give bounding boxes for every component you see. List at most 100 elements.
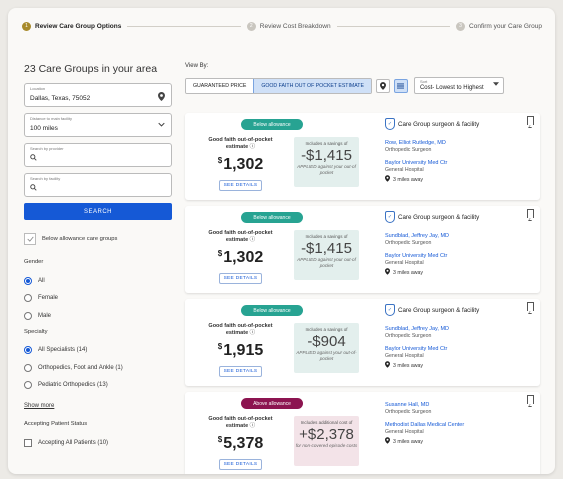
- chevron-down-icon: [158, 122, 165, 129]
- step-divider: [127, 25, 241, 27]
- sort-select[interactable]: Sort Cost- Lowest to Highest: [413, 77, 504, 94]
- gender-option-male[interactable]: Male: [24, 307, 172, 325]
- care-group-card[interactable]: Above allowance Good faith out-of-pocket…: [185, 392, 540, 474]
- doctor-link[interactable]: Row, Elliot Rutledge, MD: [385, 140, 535, 146]
- doctor-specialty: Orthopedic Surgeon: [385, 333, 432, 339]
- show-more-link[interactable]: Show more: [24, 403, 54, 409]
- dollar-sign: $: [217, 435, 223, 444]
- location-pin-icon[interactable]: [158, 92, 165, 103]
- bookmark-icon[interactable]: [527, 395, 534, 407]
- shield-icon: ✓: [385, 211, 395, 223]
- cost-note: for non-covered episode costs: [295, 443, 358, 448]
- sort-value: Cost- Lowest to Highest: [419, 85, 484, 91]
- step-review-options[interactable]: 1 Review Care Group Options: [22, 21, 121, 31]
- allowance-badge: Below allowance: [241, 212, 303, 223]
- accepting-all-option[interactable]: Accepting All Patients (10): [24, 434, 172, 452]
- estimate-label: Good faith out-of-pocket estimate ⓘ: [203, 323, 278, 337]
- info-icon[interactable]: ⓘ: [250, 330, 256, 336]
- location-value: Dallas, Texas, 75052: [30, 95, 91, 102]
- distance-info: 3 miles away: [385, 175, 535, 184]
- facility-type: General Hospital: [385, 429, 424, 435]
- info-icon[interactable]: ⓘ: [250, 423, 256, 429]
- bookmark-icon[interactable]: [527, 116, 534, 128]
- check-icon[interactable]: [24, 233, 36, 245]
- see-details-button[interactable]: SEE DETAILS: [219, 366, 262, 377]
- checkbox[interactable]: [24, 438, 32, 447]
- facility-type: General Hospital: [385, 260, 424, 266]
- see-details-button[interactable]: SEE DETAILS: [219, 459, 262, 470]
- bookmark-icon[interactable]: [527, 209, 534, 221]
- facility-link[interactable]: Baylor University Med Ctr: [385, 253, 535, 259]
- specialty-option-foot-ankle[interactable]: Orthopedics, Foot and Ankle (1): [24, 359, 172, 377]
- below-allowance-toggle[interactable]: Below allowance care groups: [24, 233, 172, 245]
- doctor-link[interactable]: Sundblad, Jeffrey Jay, MD: [385, 233, 535, 239]
- step-review-cost[interactable]: 2 Review Cost Breakdown: [246, 21, 331, 31]
- savings-note: APPLIED against your out-of-pocket: [296, 350, 357, 361]
- facility-search-input[interactable]: Search by facility: [24, 173, 172, 197]
- see-details-button[interactable]: SEE DETAILS: [219, 273, 262, 284]
- facility-link[interactable]: Methodist Dallas Medical Center: [385, 422, 535, 428]
- care-group-name: Care Group surgeon & facility: [398, 120, 480, 128]
- estimate-price: $1,915: [203, 342, 278, 360]
- distance-select[interactable]: Distance to main facility 100 miles: [24, 113, 172, 137]
- gender-option-all[interactable]: All: [24, 272, 172, 290]
- radio-unselected[interactable]: [24, 311, 32, 320]
- sort-label: Sort: [419, 79, 428, 84]
- care-group-name: Care Group surgeon & facility: [398, 306, 480, 314]
- location-label: Location: [30, 86, 46, 91]
- accepting-title: Accepting Patient Status: [24, 421, 88, 427]
- location-pin-icon: [385, 268, 390, 277]
- specialty-option-pediatric[interactable]: Pediatric Orthopedics (13): [24, 377, 172, 395]
- results-panel: View By: GUARANTEED PRICE GOOD FAITH OUT…: [185, 63, 545, 474]
- dollar-sign: $: [217, 249, 223, 258]
- savings-caption: Includes a savings of: [305, 234, 348, 239]
- see-details-button[interactable]: SEE DETAILS: [219, 180, 262, 191]
- estimate-label: Good faith out-of-pocket estimate ⓘ: [203, 416, 278, 430]
- care-group-card[interactable]: Below allowance Good faith out-of-pocket…: [185, 299, 540, 386]
- cost-caption: Includes additional cost of: [300, 420, 353, 425]
- care-group-card[interactable]: Below allowance Good faith out-of-pocket…: [185, 113, 540, 200]
- step-label: Confirm your Care Group: [469, 22, 542, 30]
- additional-cost-box: Includes additional cost of +$2,378 for …: [294, 416, 359, 466]
- radio-unselected[interactable]: [24, 363, 32, 372]
- radio-unselected[interactable]: [24, 294, 32, 303]
- miles-text: 3 miles away: [393, 362, 423, 369]
- location-pin-icon[interactable]: [375, 78, 390, 93]
- estimate-label-text: Good faith out-of-pocket estimate: [208, 416, 273, 429]
- doctor-link[interactable]: Susanne Hall, MD: [385, 402, 535, 408]
- location-field[interactable]: Location Dallas, Texas, 75052: [24, 83, 172, 107]
- distance-info: 3 miles away: [385, 437, 535, 446]
- bookmark-icon[interactable]: [527, 302, 534, 314]
- care-group-card[interactable]: Below allowance Good faith out-of-pocket…: [185, 206, 540, 293]
- provider-info: ✓ Care Group surgeon & facility Sundblad…: [385, 210, 535, 277]
- facility-link[interactable]: Baylor University Med Ctr: [385, 160, 535, 166]
- search-button[interactable]: SEARCH: [24, 203, 172, 220]
- miles-text: 3 miles away: [393, 269, 423, 276]
- view-good-faith-estimate[interactable]: GOOD FAITH OUT OF POCKET ESTIMATE: [253, 78, 371, 93]
- list-view-icon[interactable]: [393, 78, 408, 93]
- info-icon[interactable]: ⓘ: [250, 144, 256, 150]
- price-value: 5,378: [223, 435, 264, 452]
- results-title: 23 Care Groups in your area: [24, 63, 158, 75]
- estimate-label: Good faith out-of-pocket estimate ⓘ: [203, 137, 278, 151]
- step-confirm[interactable]: 3 Confirm your Care Group: [456, 21, 542, 31]
- view-by-label: View By:: [185, 63, 209, 69]
- miles-text: 3 miles away: [393, 438, 423, 445]
- specialty-option-all[interactable]: All Specialists (14): [24, 342, 172, 360]
- gender-option-female[interactable]: Female: [24, 290, 172, 308]
- dollar-sign: $: [217, 156, 223, 165]
- radio-selected[interactable]: [24, 276, 32, 285]
- savings-box: Includes a savings of -$904 APPLIED agai…: [294, 323, 359, 373]
- radio-unselected[interactable]: [24, 381, 32, 390]
- radio-selected[interactable]: [24, 346, 32, 355]
- info-icon[interactable]: ⓘ: [250, 237, 256, 243]
- view-guaranteed-price[interactable]: GUARANTEED PRICE: [186, 78, 254, 93]
- doctor-link[interactable]: Sundblad, Jeffrey Jay, MD: [385, 326, 535, 332]
- distance-info: 3 miles away: [385, 268, 535, 277]
- provider-search-input[interactable]: Search by provider: [24, 143, 172, 167]
- search-icon: [30, 154, 37, 163]
- dollar-sign: $: [217, 342, 223, 351]
- facility-link[interactable]: Baylor University Med Ctr: [385, 346, 535, 352]
- specialty-title: Specialty: [24, 328, 48, 335]
- facility-type: General Hospital: [385, 353, 424, 359]
